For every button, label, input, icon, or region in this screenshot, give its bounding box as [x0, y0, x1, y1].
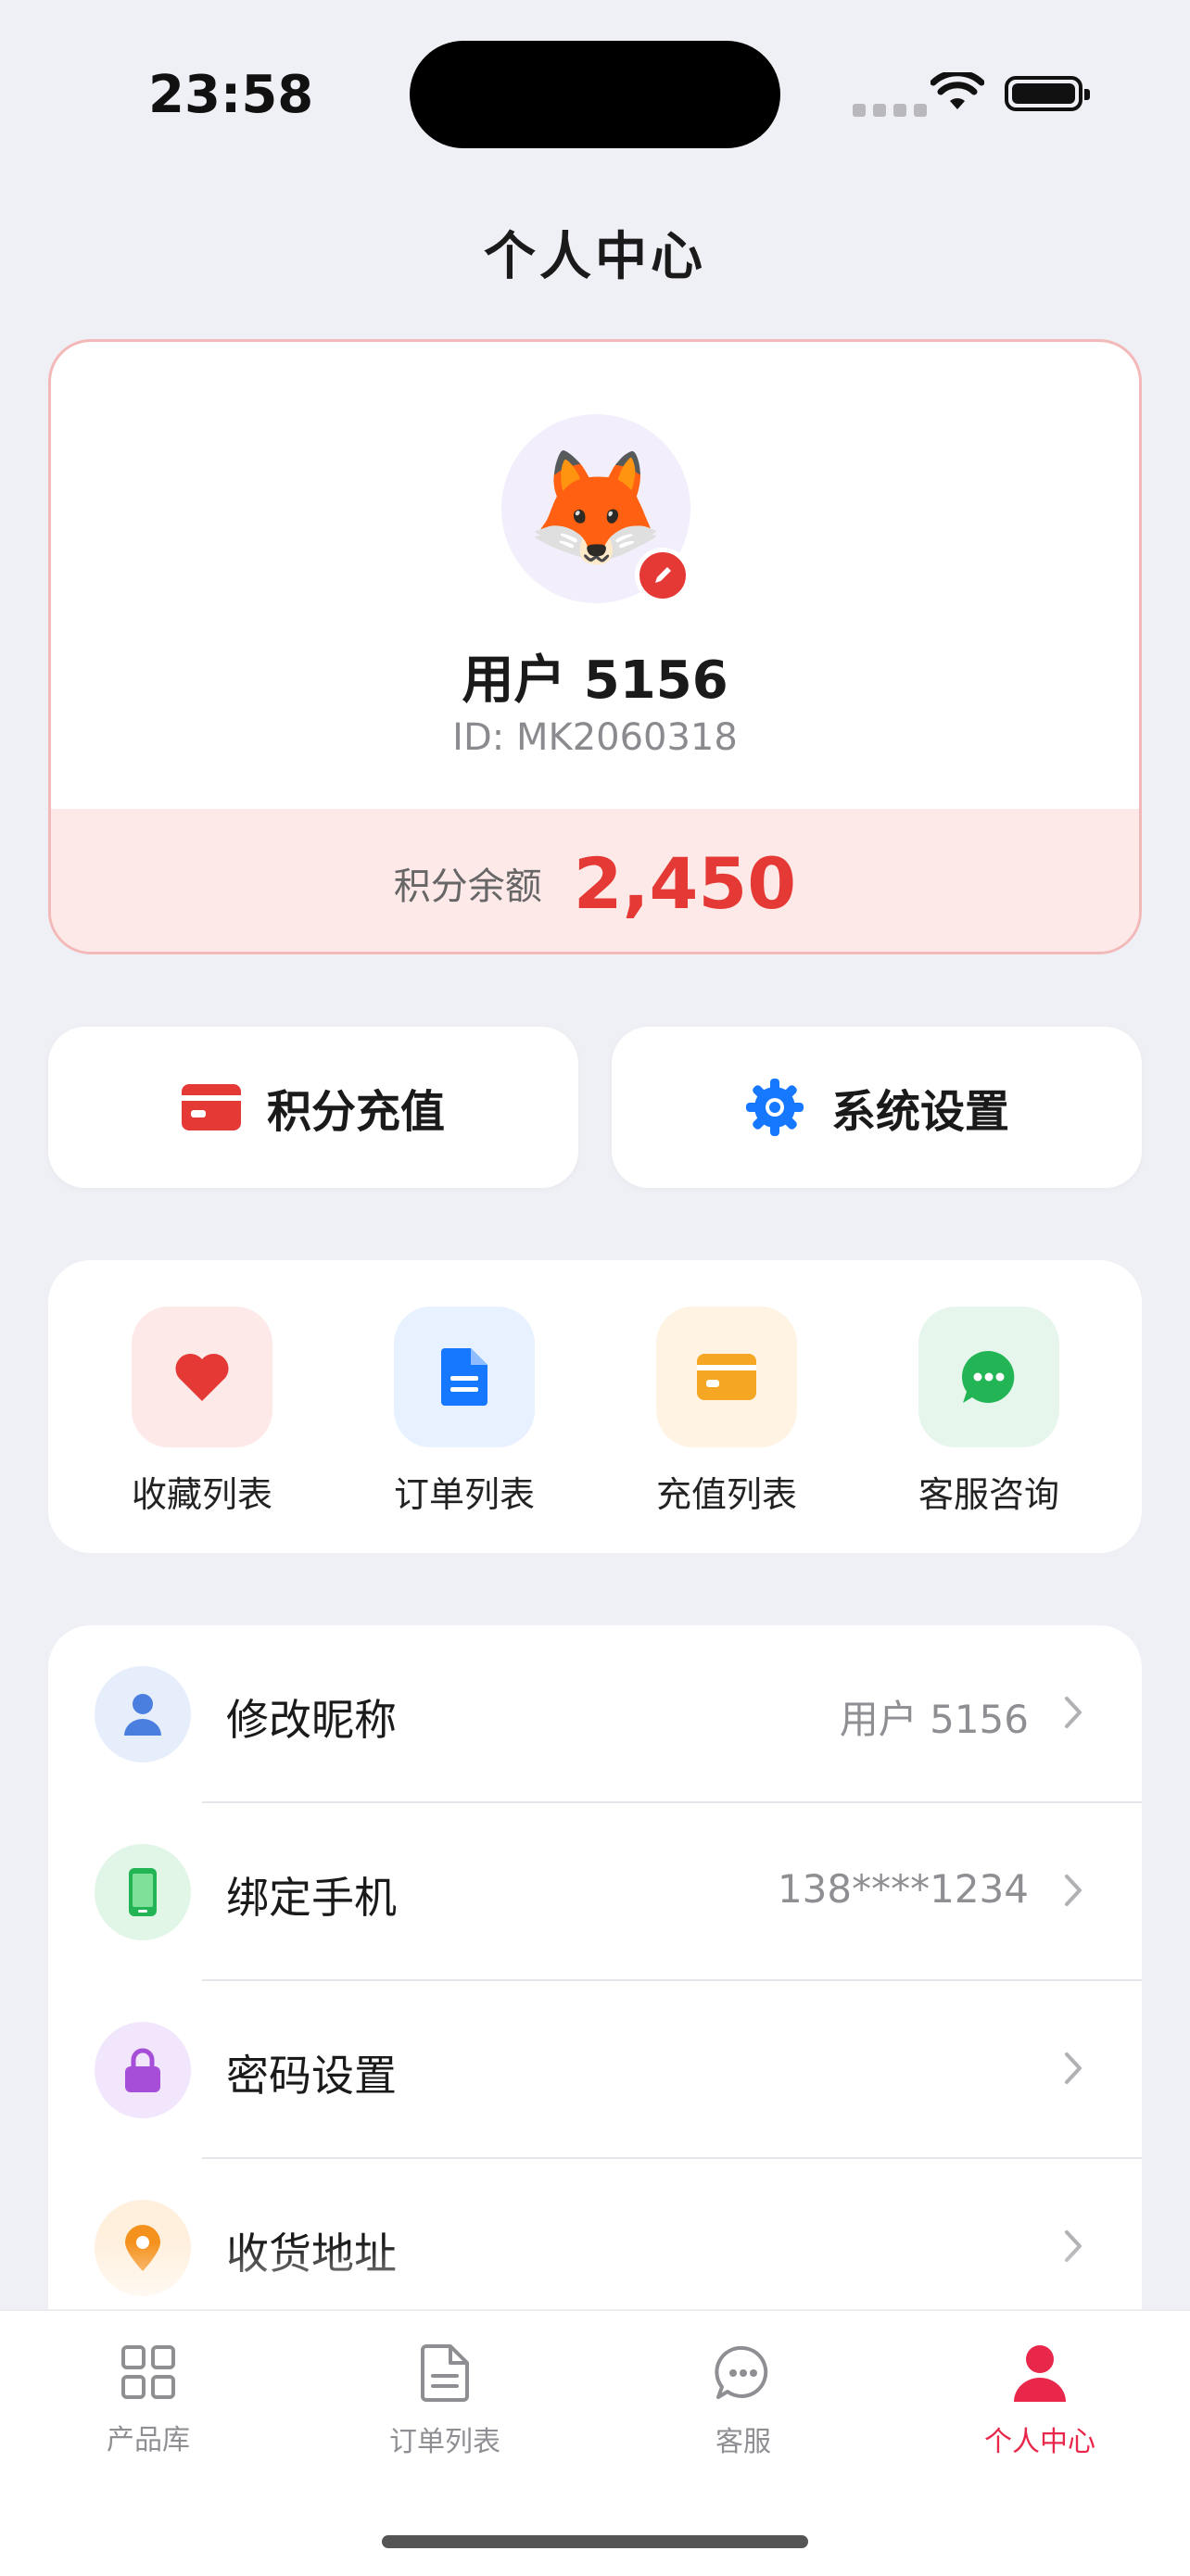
system-settings-label: 系统设置 — [830, 1086, 1009, 1138]
quick-favorites[interactable]: 收藏列表 — [109, 1307, 295, 1517]
chat-icon — [918, 1307, 1059, 1447]
pencil-icon — [655, 567, 671, 583]
quick-support[interactable]: 客服咨询 — [896, 1307, 1082, 1517]
username: 用户 5156 — [462, 650, 728, 711]
settings-list: 修改昵称 用户 5156 绑定手机 138****1234 密码设置 收货地址 — [48, 1625, 1142, 2330]
user-id: ID: MK2060318 — [452, 716, 738, 759]
gear-icon — [745, 1079, 804, 1136]
list-item-nickname[interactable]: 修改昵称 用户 5156 — [48, 1625, 1142, 1803]
user-icon — [95, 1666, 191, 1762]
tab-label: 个人中心 — [984, 2426, 1095, 2458]
grid-icon — [121, 2345, 175, 2399]
document-icon — [394, 1307, 535, 1447]
tab-products[interactable]: 产品库 — [56, 2344, 241, 2457]
points-balance: 积分余额 2,450 — [51, 809, 1139, 952]
chevron-right-icon — [1065, 2052, 1082, 2084]
quick-access-panel: 收藏列表 订单列表 充值列表 客服咨询 — [48, 1260, 1142, 1553]
profile-card: 🦊 用户 5156 ID: MK2060318 积分余额 2,450 — [48, 339, 1142, 954]
row-label: 修改昵称 — [226, 1695, 397, 1745]
heart-icon — [132, 1307, 272, 1447]
phone-icon — [95, 1844, 191, 1940]
row-label: 绑定手机 — [226, 1873, 397, 1923]
row-label: 密码设置 — [226, 2051, 397, 2101]
home-indicator — [382, 2535, 808, 2548]
tab-label: 产品库 — [107, 2424, 190, 2456]
tab-orders[interactable]: 订单列表 — [352, 2344, 538, 2459]
credit-card-icon — [181, 1084, 241, 1130]
quick-recharges-label: 充值列表 — [655, 1474, 797, 1515]
quick-orders[interactable]: 订单列表 — [372, 1307, 557, 1517]
card-icon — [656, 1307, 797, 1447]
list-item-phone[interactable]: 绑定手机 138****1234 — [48, 1803, 1142, 1981]
tab-support[interactable]: 客服 — [651, 2344, 836, 2459]
chevron-right-icon — [1065, 1875, 1082, 1906]
points-recharge-button[interactable]: 积分充值 — [48, 1027, 578, 1188]
quick-recharges[interactable]: 充值列表 — [634, 1307, 819, 1517]
quick-favorites-label: 收藏列表 — [131, 1474, 272, 1515]
row-value: 用户 5156 — [839, 1697, 1029, 1742]
list-item-password[interactable]: 密码设置 — [48, 1981, 1142, 2159]
points-recharge-label: 积分充值 — [266, 1086, 445, 1138]
points-label: 积分余额 — [393, 865, 542, 908]
edit-avatar-button[interactable] — [635, 548, 690, 603]
battery-icon — [1005, 76, 1090, 111]
chevron-right-icon — [1065, 1697, 1082, 1728]
document-icon — [421, 2344, 469, 2402]
tab-profile[interactable]: 个人中心 — [947, 2344, 1133, 2459]
page-title: 个人中心 — [484, 227, 706, 287]
tab-label: 客服 — [715, 2426, 771, 2458]
dynamic-island — [410, 41, 780, 148]
status-time: 23:58 — [148, 65, 314, 125]
quick-support-label: 客服咨询 — [918, 1474, 1059, 1515]
row-value: 138****1234 — [777, 1866, 1029, 1912]
user-icon — [1014, 2345, 1066, 2402]
lock-icon — [95, 2022, 191, 2118]
chat-icon — [715, 2345, 768, 2399]
system-settings-button[interactable]: 系统设置 — [612, 1027, 1142, 1188]
tab-label: 订单列表 — [389, 2426, 500, 2458]
points-value: 2,450 — [573, 841, 797, 925]
quick-orders-label: 订单列表 — [393, 1474, 535, 1515]
wifi-icon — [930, 72, 984, 109]
signal-icon — [853, 104, 927, 117]
